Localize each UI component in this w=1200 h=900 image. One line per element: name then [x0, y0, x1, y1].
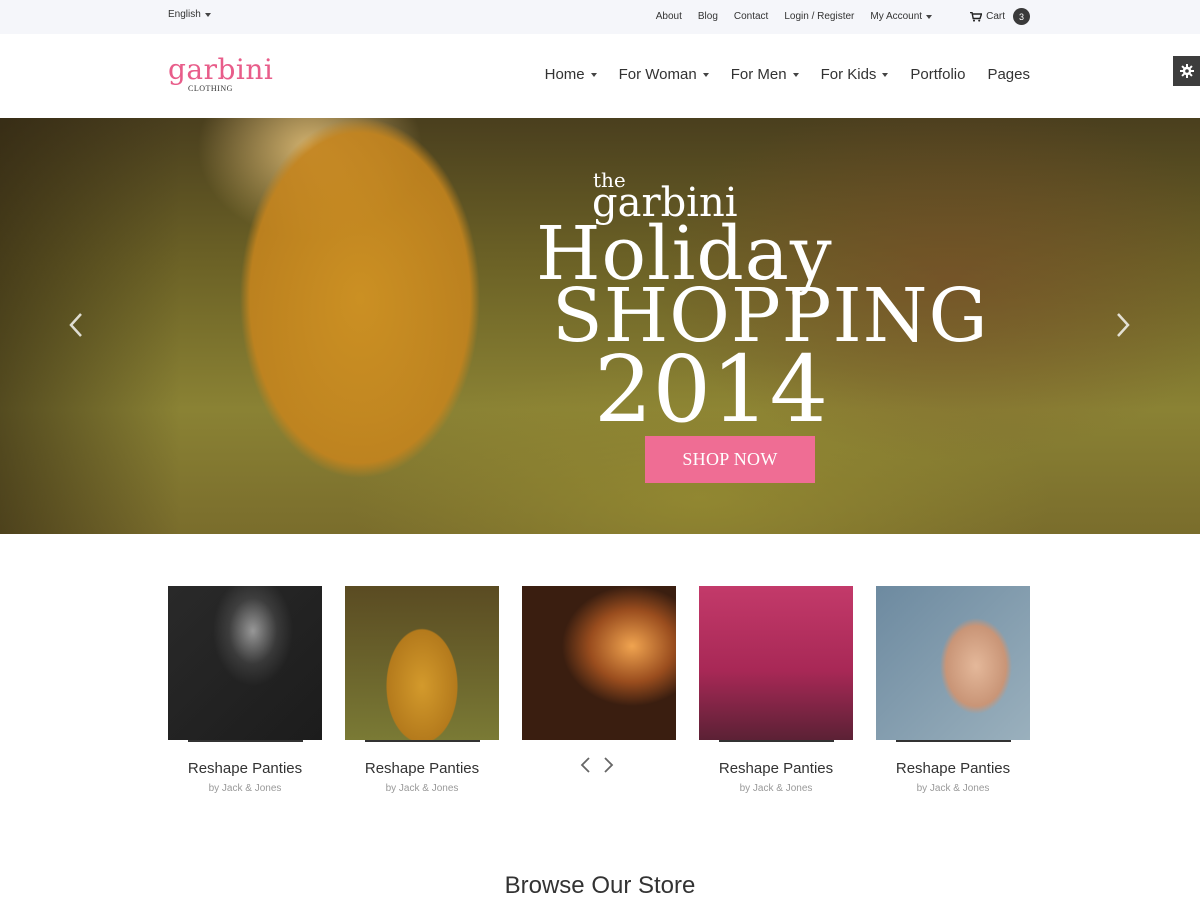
- nav-label: For Woman: [618, 66, 697, 83]
- settings-toggle[interactable]: [1173, 56, 1200, 86]
- product-divider: [365, 740, 480, 742]
- nav-label: Portfolio: [910, 66, 966, 83]
- product-divider: [719, 740, 834, 742]
- product-image[interactable]: [699, 586, 853, 740]
- top-links: About Blog Contact Login / Register My A…: [640, 8, 1030, 25]
- nav-label: Pages: [987, 66, 1030, 83]
- cart-icon: [970, 11, 983, 22]
- nav-label: For Kids: [820, 66, 877, 83]
- product-card[interactable]: Reshape Panties by Jack & Jones: [876, 586, 1030, 794]
- chevron-right-icon[interactable]: [1113, 310, 1133, 340]
- hero-caption: the garbini Holiday SHOPPING 2014: [0, 118, 1200, 534]
- product-name[interactable]: Reshape Panties: [168, 760, 322, 777]
- product-carousel: Reshape Panties by Jack & Jones Reshape …: [168, 586, 1032, 806]
- product-image[interactable]: [522, 586, 676, 740]
- carousel-controls: [579, 756, 615, 774]
- caret-down-icon: [204, 12, 211, 17]
- nav-item-pages[interactable]: Pages: [987, 66, 1030, 83]
- nav-label: For Men: [730, 66, 787, 83]
- nav-item-portfolio[interactable]: Portfolio: [910, 66, 965, 83]
- chevron-left-icon[interactable]: [579, 756, 591, 774]
- cart-button[interactable]: Cart 3: [970, 8, 1030, 25]
- product-card[interactable]: [522, 586, 676, 740]
- product-brand: by Jack & Jones: [916, 783, 990, 794]
- section-title: Browse Our Store: [504, 872, 696, 899]
- blog-link[interactable]: Blog: [698, 11, 718, 22]
- product-image[interactable]: [876, 586, 1030, 740]
- login-register-link[interactable]: Login / Register: [784, 11, 854, 22]
- logo[interactable]: garbini CLOTHING: [168, 53, 274, 94]
- product-card[interactable]: Reshape Panties by Jack & Jones: [345, 586, 499, 794]
- site-header: garbini CLOTHING Home For Woman For Men …: [0, 34, 1200, 118]
- cart-label: Cart: [986, 11, 1005, 22]
- main-nav: Home For Woman For Men For Kids Portfoli…: [523, 66, 1030, 83]
- nav-item-for-kids[interactable]: For Kids: [821, 66, 889, 83]
- language-label: English: [168, 9, 201, 20]
- language-selector[interactable]: English: [168, 9, 211, 20]
- product-card[interactable]: Reshape Panties by Jack & Jones: [699, 586, 853, 794]
- product-brand: by Jack & Jones: [208, 783, 282, 794]
- chevron-right-icon[interactable]: [603, 756, 615, 774]
- product-name[interactable]: Reshape Panties: [876, 760, 1030, 777]
- logo-tagline: CLOTHING: [188, 84, 233, 93]
- product-image[interactable]: [168, 586, 322, 740]
- caret-down-icon: [702, 72, 709, 77]
- caret-down-icon: [792, 72, 799, 77]
- product-name[interactable]: Reshape Panties: [345, 760, 499, 777]
- product-divider: [896, 740, 1011, 742]
- about-link[interactable]: About: [656, 11, 682, 22]
- contact-link[interactable]: Contact: [734, 11, 768, 22]
- nav-label: Home: [544, 66, 585, 83]
- caret-down-icon: [882, 72, 889, 77]
- logo-wordmark: garbini: [168, 53, 274, 86]
- nav-item-for-woman[interactable]: For Woman: [619, 66, 709, 83]
- caret-down-icon: [926, 14, 933, 19]
- product-image[interactable]: [345, 586, 499, 740]
- product-name[interactable]: Reshape Panties: [699, 760, 853, 777]
- shop-now-button[interactable]: SHOP NOW: [645, 436, 815, 483]
- nav-item-home[interactable]: Home: [545, 66, 597, 83]
- chevron-left-icon[interactable]: [66, 310, 86, 340]
- top-bar: English About Blog Contact Login / Regis…: [0, 0, 1200, 34]
- gear-icon: [1179, 64, 1194, 78]
- product-brand: by Jack & Jones: [385, 783, 459, 794]
- product-brand: by Jack & Jones: [739, 783, 813, 794]
- hero-line-year: 2014: [594, 336, 829, 443]
- my-account-dropdown[interactable]: My Account: [870, 11, 933, 22]
- product-divider: [188, 740, 303, 742]
- hero-slider: the garbini Holiday SHOPPING 2014 SHOP N…: [0, 118, 1200, 534]
- nav-item-for-men[interactable]: For Men: [731, 66, 799, 83]
- product-card[interactable]: Reshape Panties by Jack & Jones: [168, 586, 322, 794]
- caret-down-icon: [590, 72, 597, 77]
- my-account-label: My Account: [870, 11, 923, 22]
- cart-count-badge: 3: [1013, 8, 1030, 25]
